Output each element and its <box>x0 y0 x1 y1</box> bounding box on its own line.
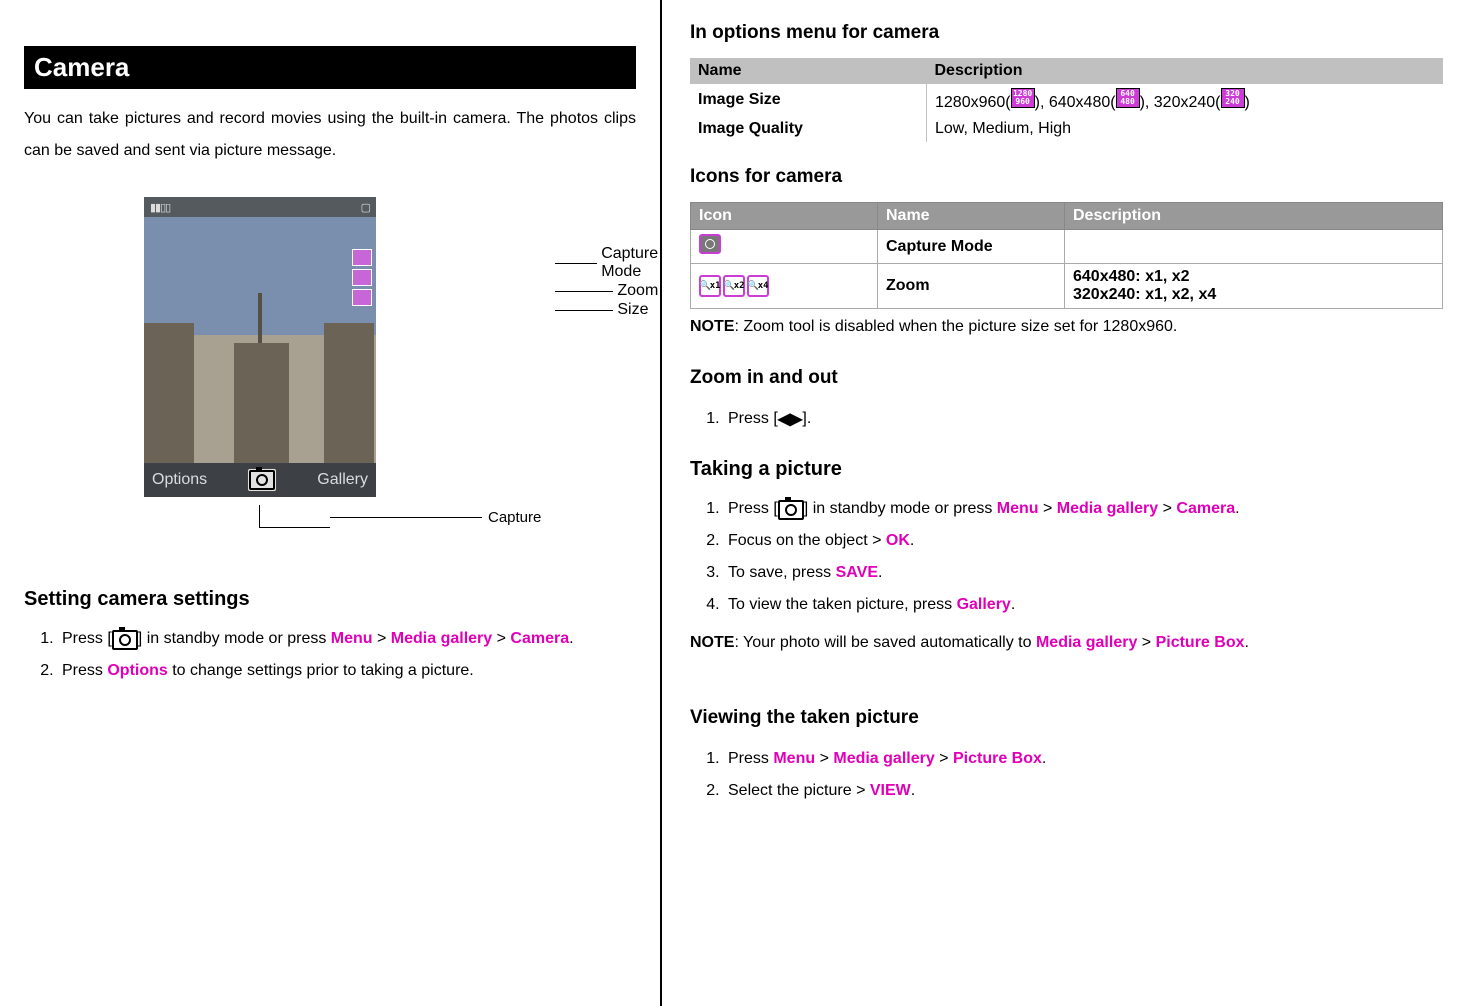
zoom-x2-icon: x2 <box>723 275 745 297</box>
icons-table: Icon Name Description Capture Mode x1x2x… <box>690 202 1443 309</box>
opts-row2-desc: Low, Medium, High <box>927 116 1444 142</box>
viewfinder-zoom-icon <box>352 269 372 286</box>
page-title: Camera <box>24 46 636 89</box>
icons-row2-desc: 640x480: x1, x2 320x240: x1, x2, x4 <box>1065 264 1443 309</box>
heading-taking-picture: Taking a picture <box>690 458 1443 481</box>
view-step-1: Press Menu > Media gallery > Picture Box… <box>724 743 1443 775</box>
softkey-options[interactable]: Options <box>152 471 207 489</box>
opts-row1-name: Image Size <box>690 84 927 116</box>
icons-row1-name: Capture Mode <box>878 230 1065 264</box>
camera-icon <box>249 470 275 490</box>
opts-row1-desc: 1280x960(1280960), 640x480(640480), 320x… <box>927 84 1444 116</box>
size-badge-640: 640480 <box>1116 88 1140 108</box>
setting-step-1: Press [] in standby mode or press Menu >… <box>58 623 636 655</box>
viewfinder-size-icon <box>352 289 372 306</box>
icons-th-desc: Description <box>1065 203 1443 230</box>
zoom-x1-icon: x1 <box>699 275 721 297</box>
heading-zoom: Zoom in and out <box>690 367 1443 389</box>
zoom-step-1: Press [◀▶]. <box>724 403 1443 436</box>
camera-icon <box>112 630 138 650</box>
intro-text: You can take pictures and record movies … <box>24 103 636 167</box>
phone-statusbar: ▮▮▯▯ ▢ <box>144 197 376 217</box>
size-badge-320: 320240 <box>1221 88 1245 108</box>
heading-options-menu: In options menu for camera <box>690 22 1443 44</box>
callout-zoom: Zoom <box>617 282 658 300</box>
setting-step-2: Press Options to change settings prior t… <box>58 655 636 687</box>
viewfinder-capture-mode-icon <box>352 249 372 266</box>
phone-viewfinder <box>144 217 376 463</box>
take-steps: Press [] in standby mode or press Menu >… <box>690 493 1443 621</box>
take-note: NOTE: Your photo will be saved automatic… <box>690 627 1443 659</box>
callout-size: Size <box>617 301 648 319</box>
opts-row2-name: Image Quality <box>690 116 927 142</box>
icons-note: NOTE: Zoom tool is disabled when the pic… <box>690 311 1443 343</box>
camera-icon <box>778 500 804 520</box>
icons-row2-name: Zoom <box>878 264 1065 309</box>
zoom-steps: Press [◀▶]. <box>690 403 1443 436</box>
icons-row1-desc <box>1065 230 1443 264</box>
opts-th-name: Name <box>690 58 927 84</box>
signal-icon: ▮▮▯▯ <box>150 201 170 214</box>
take-step-2: Focus on the object > OK. <box>724 525 1443 557</box>
icons-th-name: Name <box>878 203 1065 230</box>
icons-th-icon: Icon <box>691 203 878 230</box>
view-steps: Press Menu > Media gallery > Picture Box… <box>690 743 1443 807</box>
options-table: Name Description Image Size 1280x960(128… <box>690 58 1443 142</box>
left-right-arrow-icon: ◀▶ <box>778 404 803 436</box>
opts-th-desc: Description <box>927 58 1444 84</box>
take-step-4: To view the taken picture, press Gallery… <box>724 589 1443 621</box>
take-step-1: Press [] in standby mode or press Menu >… <box>724 493 1443 525</box>
size-badge-1280: 1280960 <box>1011 88 1035 108</box>
phone-diagram: ▮▮▯▯ ▢ Op <box>24 197 636 528</box>
battery-icon: ▢ <box>361 201 370 214</box>
icons-row1-icon <box>691 230 878 264</box>
heading-viewing: Viewing the taken picture <box>690 707 1443 729</box>
heading-icons: Icons for camera <box>690 166 1443 188</box>
callout-capture: Capture <box>488 509 541 526</box>
setting-steps: Press [] in standby mode or press Menu >… <box>24 623 636 687</box>
icons-row2-icon: x1x2x4 <box>691 264 878 309</box>
take-step-3: To save, press SAVE. <box>724 557 1443 589</box>
softkey-gallery[interactable]: Gallery <box>317 471 368 489</box>
softkey-capture[interactable] <box>247 468 277 492</box>
heading-setting-camera: Setting camera settings <box>24 588 636 611</box>
capture-mode-icon <box>699 234 721 254</box>
zoom-x4-icon: x4 <box>747 275 769 297</box>
view-step-2: Select the picture > VIEW. <box>724 775 1443 807</box>
